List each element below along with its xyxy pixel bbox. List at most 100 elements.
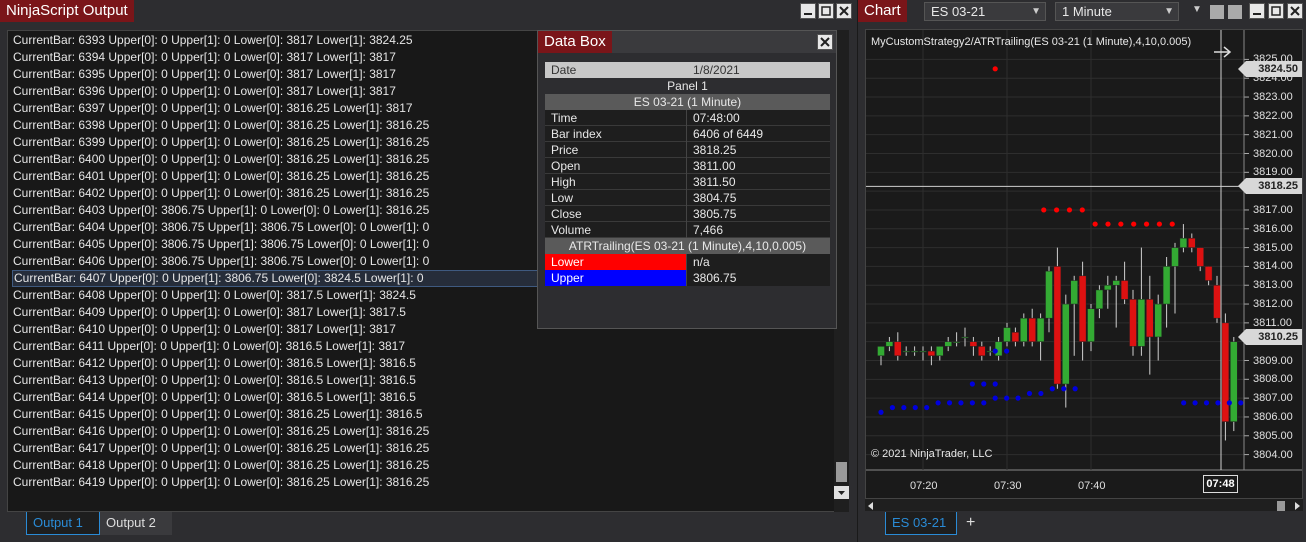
instrument-selector[interactable]: ES 03-21 ▼ <box>924 2 1046 21</box>
output-line[interactable]: CurrentBar: 6412 Upper[0]: 0 Upper[1]: 0… <box>13 355 416 372</box>
candle <box>1045 270 1053 319</box>
output-line[interactable]: CurrentBar: 6414 Upper[0]: 0 Upper[1]: 0… <box>13 389 416 406</box>
field-label: Volume <box>545 222 687 238</box>
data-box-close-icon[interactable] <box>817 34 833 50</box>
output-line[interactable]: CurrentBar: 6400 Upper[0]: 0 Upper[1]: 0… <box>13 151 429 168</box>
upper-dot <box>1238 400 1244 406</box>
data-box-titlebar[interactable]: Data Box <box>538 31 836 53</box>
scroll-down-icon[interactable] <box>834 486 849 499</box>
chart-scrollbar[interactable] <box>865 499 1303 511</box>
chart-window-title: Chart <box>858 0 907 22</box>
candle <box>910 350 919 353</box>
upper-dot <box>992 348 998 354</box>
tab-output-2[interactable]: Output 2 <box>100 512 172 535</box>
candle <box>1129 299 1137 347</box>
upper-dot <box>1061 386 1067 392</box>
data-box-row: Bar index 6406 of 6449 <box>545 126 830 142</box>
data-box-row: Price 3818.25 <box>545 142 830 158</box>
output-window-title: NinjaScript Output <box>0 0 134 22</box>
price-tick-label: 3806.00 <box>1253 410 1293 423</box>
toolbar-dropdown-icon[interactable]: ▼ <box>1192 4 1202 15</box>
data-box-row: Time 07:48:00 <box>545 110 830 126</box>
output-line[interactable]: CurrentBar: 6402 Upper[0]: 0 Upper[1]: 0… <box>13 185 429 202</box>
layout-icon[interactable] <box>1228 5 1242 19</box>
output-line[interactable]: CurrentBar: 6419 Upper[0]: 0 Upper[1]: 0… <box>13 474 429 491</box>
output-line[interactable]: CurrentBar: 6397 Upper[0]: 0 Upper[1]: 0… <box>13 100 413 117</box>
output-line[interactable]: CurrentBar: 6409 Upper[0]: 0 Upper[1]: 0… <box>13 304 406 321</box>
field-label: High <box>545 174 687 190</box>
close-icon[interactable] <box>1287 3 1303 19</box>
output-line[interactable]: CurrentBar: 6401 Upper[0]: 0 Upper[1]: 0… <box>13 168 429 185</box>
candle <box>1020 317 1028 342</box>
field-value: 7,466 <box>693 223 724 237</box>
interval-selector[interactable]: 1 Minute ▼ <box>1055 2 1179 21</box>
output-line[interactable]: CurrentBar: 6413 Upper[0]: 0 Upper[1]: 0… <box>13 372 416 389</box>
candle <box>919 350 927 353</box>
output-line[interactable]: CurrentBar: 6396 Upper[0]: 0 Upper[1]: 0… <box>13 83 396 100</box>
output-line[interactable]: CurrentBar: 6394 Upper[0]: 0 Upper[1]: 0… <box>13 49 396 66</box>
candle <box>894 341 902 357</box>
plot-row: Lower n/a <box>545 254 830 270</box>
lower-dot <box>1169 221 1175 227</box>
maximize-icon[interactable] <box>818 3 834 19</box>
upper-dot <box>981 400 987 406</box>
price-tick-label: 3819.00 <box>1253 166 1293 179</box>
price-chart[interactable] <box>866 30 1302 498</box>
output-line[interactable]: CurrentBar: 6395 Upper[0]: 0 Upper[1]: 0… <box>13 66 396 83</box>
field-value: 07:48:00 <box>693 111 740 125</box>
chart-panel[interactable]: MyCustomStrategy2/ATRTrailing(ES 03-21 (… <box>865 29 1303 499</box>
lower-dot <box>1118 221 1124 227</box>
output-line[interactable]: CurrentBar: 6398 Upper[0]: 0 Upper[1]: 0… <box>13 117 429 134</box>
candle <box>927 350 936 357</box>
field-label: Open <box>545 158 687 174</box>
minimize-icon[interactable] <box>1249 3 1265 19</box>
candlesticks <box>877 224 1238 441</box>
output-line[interactable]: CurrentBar: 6415 Upper[0]: 0 Upper[1]: 0… <box>13 406 423 423</box>
output-line[interactable]: CurrentBar: 6408 Upper[0]: 0 Upper[1]: 0… <box>13 287 416 304</box>
plot-label: Lower <box>545 254 687 270</box>
output-line[interactable]: CurrentBar: 6393 Upper[0]: 0 Upper[1]: 0… <box>13 32 413 49</box>
tab-output-1[interactable]: Output 1 <box>26 512 100 535</box>
data-box-window[interactable]: Data Box Date 1/8/2021 Panel 1 ES 03-21 … <box>537 30 837 329</box>
candle <box>1204 266 1213 281</box>
output-line[interactable]: CurrentBar: 6406 Upper[0]: 3806.75 Upper… <box>13 253 429 270</box>
add-tab-button[interactable]: + <box>960 512 982 535</box>
output-line[interactable]: CurrentBar: 6404 Upper[0]: 3806.75 Upper… <box>13 219 429 236</box>
candle <box>961 336 969 339</box>
candle <box>885 341 894 347</box>
date-value: 1/8/2021 <box>693 63 740 77</box>
cursor-time-label: 07:48 <box>1203 475 1238 493</box>
minimize-icon[interactable] <box>800 3 816 19</box>
chart-tab-es[interactable]: ES 03-21 <box>885 512 957 535</box>
upper-dot <box>889 404 896 411</box>
output-line[interactable]: CurrentBar: 6399 Upper[0]: 0 Upper[1]: 0… <box>13 134 429 151</box>
chevron-down-icon: ▼ <box>1031 6 1041 17</box>
upper-dot <box>1004 348 1010 354</box>
output-scroll-thumb[interactable] <box>836 462 847 482</box>
field-value: 6406 of 6449 <box>693 127 764 141</box>
upper-dot <box>1004 395 1010 401</box>
lower-dot <box>1105 221 1111 227</box>
field-label: Price <box>545 142 687 158</box>
output-line[interactable]: CurrentBar: 6405 Upper[0]: 3806.75 Upper… <box>13 236 429 253</box>
candle <box>877 346 885 357</box>
output-line[interactable]: CurrentBar: 6403 Upper[0]: 3806.75 Upper… <box>13 202 429 219</box>
output-line[interactable]: CurrentBar: 6410 Upper[0]: 0 Upper[1]: 0… <box>13 321 396 338</box>
data-box-title: Data Box <box>538 31 612 53</box>
field-label: Time <box>545 110 687 126</box>
output-line[interactable]: CurrentBar: 6411 Upper[0]: 0 Upper[1]: 0… <box>13 338 405 355</box>
output-line[interactable]: CurrentBar: 6418 Upper[0]: 0 Upper[1]: 0… <box>13 457 429 474</box>
candle <box>1154 303 1162 338</box>
price-tag: 3824.50 <box>1238 60 1302 77</box>
output-titlebar[interactable]: NinjaScript Output <box>0 0 856 22</box>
layout-icon[interactable] <box>1210 5 1224 19</box>
price-tick-label: 3811.00 <box>1253 316 1292 329</box>
candle <box>1087 308 1095 342</box>
output-line[interactable]: CurrentBar: 6417 Upper[0]: 0 Upper[1]: 0… <box>13 440 429 457</box>
maximize-icon[interactable] <box>1268 3 1284 19</box>
output-line[interactable]: CurrentBar: 6416 Upper[0]: 0 Upper[1]: 0… <box>13 423 429 440</box>
close-icon[interactable] <box>836 3 852 19</box>
upper-dot <box>1049 386 1055 392</box>
candle <box>1196 247 1204 267</box>
price-tick-label: 3814.00 <box>1253 260 1293 273</box>
